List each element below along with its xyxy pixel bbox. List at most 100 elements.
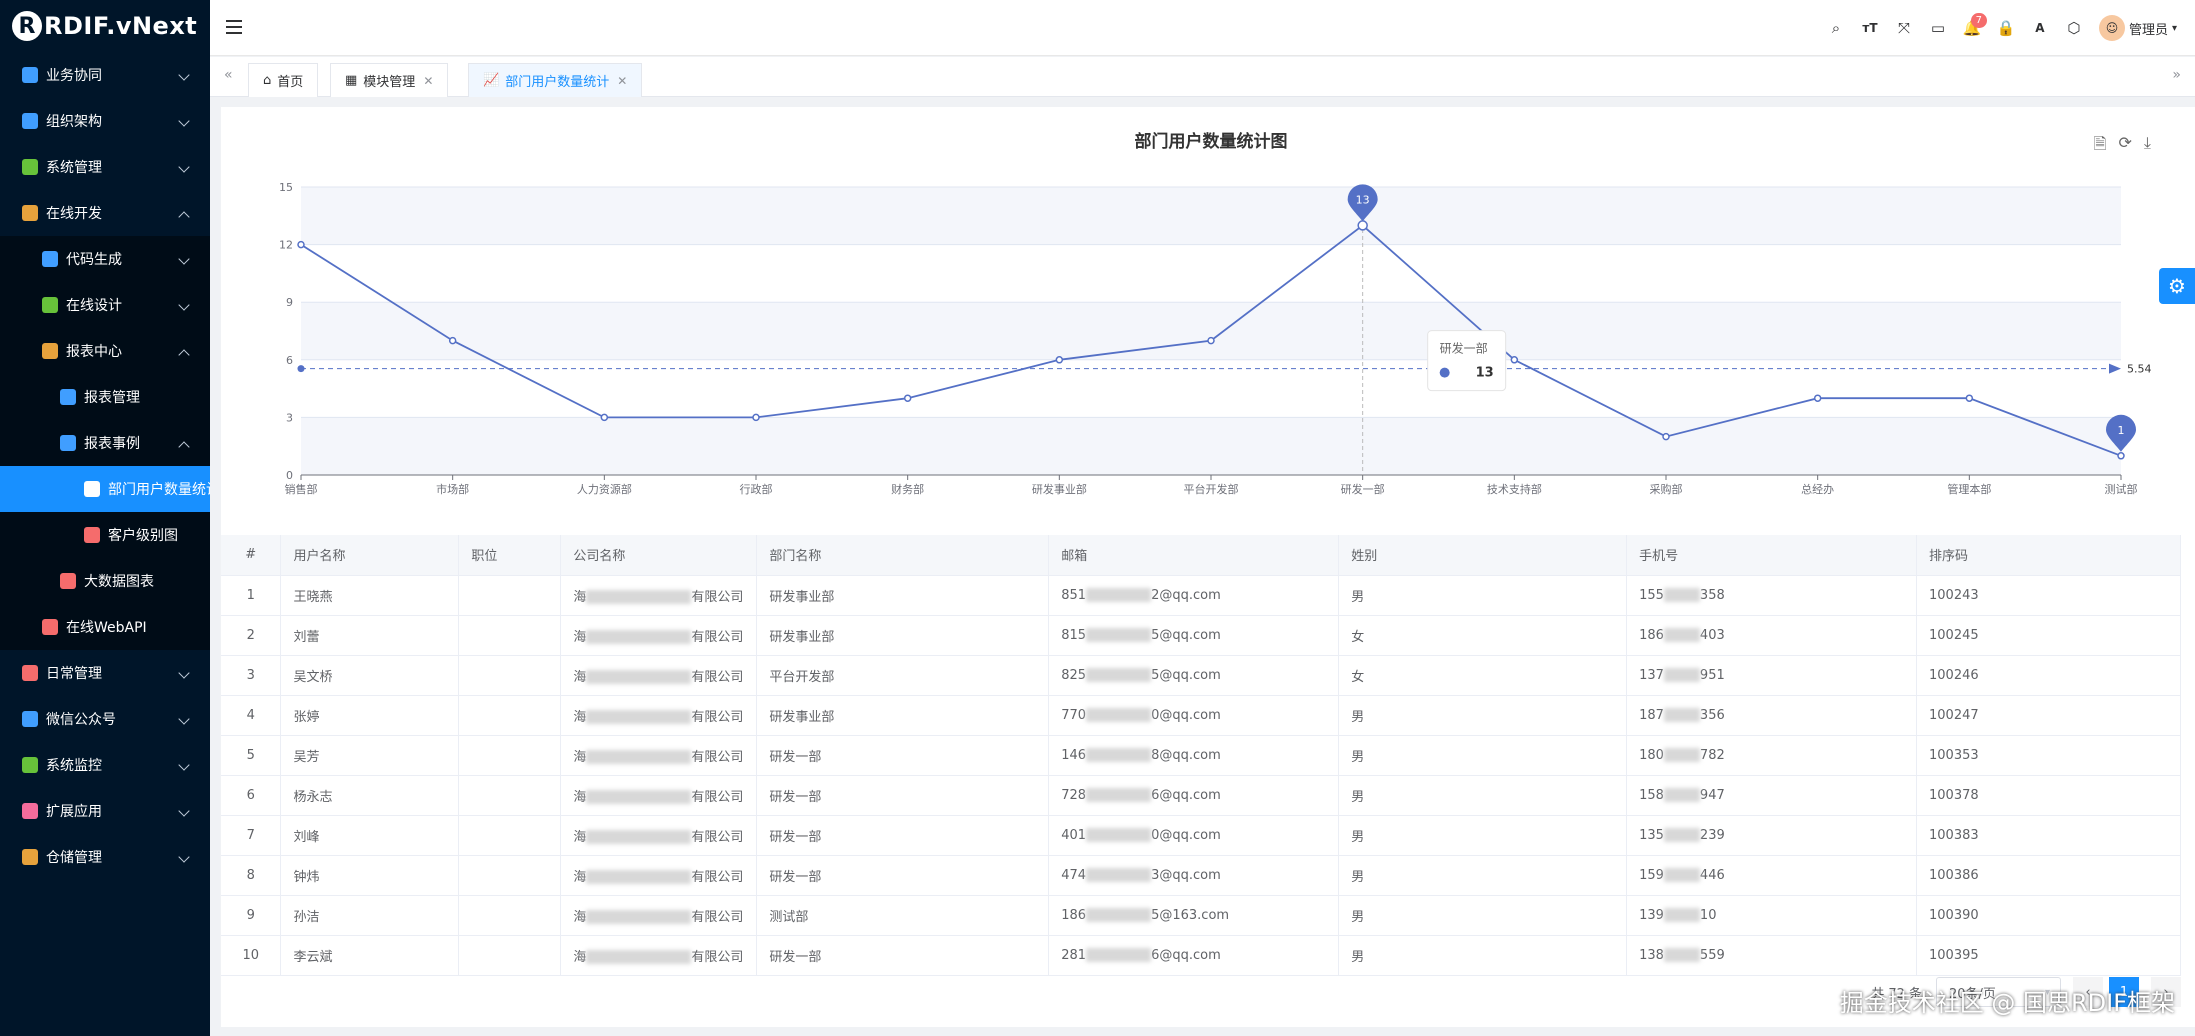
column-header[interactable]: 职位	[458, 535, 562, 576]
tab-scroll-right-icon[interactable]: »	[2172, 67, 2181, 83]
redacted-mask	[1663, 908, 1700, 922]
close-icon[interactable]: ✕	[617, 74, 627, 88]
table-row[interactable]: 7 刘峰 海 有限公司 研发一部 401 0@qq.com 男 135 239 100383	[221, 815, 2181, 856]
table-cell	[458, 615, 562, 656]
table-row[interactable]: 1 王晓燕 海 有限公司 研发事业部 851 2@qq.com 男 155 358 100243	[221, 575, 2181, 616]
cell-text: 5@163.com	[1151, 907, 1230, 923]
sidebar-item-12[interactable]: 在线WebAPI	[0, 604, 210, 650]
table-cell	[458, 695, 562, 736]
fullscreen-icon[interactable]: ⤧	[1887, 11, 1921, 45]
table-row[interactable]: 5 吴芳 海 有限公司 研发一部 146 8@qq.com 男 180 782 100353	[221, 735, 2181, 776]
table-cell: 李云斌	[280, 935, 460, 976]
chevron-up-icon	[178, 441, 190, 453]
close-icon[interactable]: ✕	[423, 74, 433, 88]
column-header[interactable]: 姓别	[1338, 535, 1628, 576]
sidebar-item-15[interactable]: 系统监控	[0, 742, 210, 788]
column-header[interactable]: 部门名称	[756, 535, 1050, 576]
y-tick-label: 15	[279, 181, 293, 194]
tab-scroll-left-icon[interactable]: «	[224, 67, 233, 83]
sidebar-item-7[interactable]: 报表管理	[0, 374, 210, 420]
table-cell: 100383	[1916, 815, 2181, 856]
cell-text: 137	[1639, 667, 1664, 683]
sidebar-item-10[interactable]: 客户级别图	[0, 512, 210, 558]
sidebar-item-0[interactable]: 业务协同	[0, 52, 210, 98]
x-tick-label: 测试部	[2105, 482, 2138, 496]
cell-text: 刘蕾	[293, 629, 320, 645]
sidebar-item-8[interactable]: 报表事例	[0, 420, 210, 466]
sidebar-item-16[interactable]: 扩展应用	[0, 788, 210, 834]
bell-icon[interactable]: 🔔 7	[1955, 11, 1989, 45]
column-header[interactable]: 邮箱	[1048, 535, 1340, 576]
avatar[interactable]: ☺	[2098, 15, 2125, 41]
column-header[interactable]: 手机号	[1626, 535, 1917, 576]
table-row[interactable]: 6 杨永志 海 有限公司 研发一部 728 6@qq.com 男 158 947 100378	[221, 775, 2181, 816]
download-icon[interactable]: ⤓	[2144, 133, 2151, 160]
table-row[interactable]: 2 刘蕾 海 有限公司 研发事业部 815 5@qq.com 女 186 403 100245	[221, 615, 2181, 656]
sidebar-item-label: 日常管理	[46, 666, 102, 682]
sidebar-item-3[interactable]: 在线开发	[0, 190, 210, 236]
sidebar-item-17[interactable]: 仓储管理	[0, 834, 210, 880]
cell-text: 155	[1639, 587, 1664, 603]
data-view-icon[interactable]: 🗎	[2094, 133, 2107, 160]
sidebar-item-11[interactable]: 大数据图表	[0, 558, 210, 604]
sidebar-item-4[interactable]: 代码生成	[0, 236, 210, 282]
sidebar-item-6[interactable]: 报表中心	[0, 328, 210, 374]
tab-label: 部门用户数量统计	[505, 75, 610, 90]
table-cell	[458, 575, 562, 616]
cell-text: 海	[573, 749, 587, 765]
cell-text: 356	[1699, 707, 1725, 723]
redacted-mask	[1663, 948, 1700, 962]
table-cell: 钟炜	[280, 855, 460, 896]
lock-icon[interactable]: 🔒	[1989, 11, 2023, 45]
table-row[interactable]: 8 钟炜 海 有限公司 研发一部 474 3@qq.com 男 159 446 100386	[221, 855, 2181, 896]
sidebar-item-13[interactable]: 日常管理	[0, 650, 210, 696]
sidebar-item-label: 报表中心	[66, 344, 122, 360]
column-header[interactable]: 用户名称	[280, 535, 460, 576]
column-header[interactable]: 公司名称	[560, 535, 758, 576]
cell-text: 187	[1639, 707, 1664, 723]
watermark: 掘金技术社区 @ 国思RDIF框架	[1839, 989, 2175, 1017]
tab-0[interactable]: ⌂ 首页	[248, 63, 319, 97]
column-header[interactable]: #	[221, 535, 282, 576]
y-tick-label: 0	[286, 469, 293, 482]
hamburger-icon[interactable]	[226, 20, 242, 34]
tooltip-box	[1427, 330, 1507, 392]
font-size-icon[interactable]: тT	[1853, 11, 1887, 45]
cell-text: 有限公司	[691, 789, 744, 805]
column-header[interactable]: 排序码	[1916, 535, 2181, 576]
table-row[interactable]: 9 孙洁 海 有限公司 测试部 186 5@163.com 男 139 10 100390	[221, 895, 2181, 936]
restore-icon[interactable]: ⟳	[2119, 133, 2132, 160]
table-cell: 海 有限公司	[560, 575, 758, 616]
search-icon[interactable]: ⌕	[1819, 11, 1853, 45]
settings-gear-icon[interactable]: ⚙	[2159, 268, 2195, 304]
redacted-mask	[1663, 868, 1700, 882]
translate-icon[interactable]: A	[2023, 11, 2057, 45]
chevron-down-icon[interactable]: ▾	[2172, 23, 2177, 34]
data-point	[600, 413, 609, 422]
sidebar-item-5[interactable]: 在线设计	[0, 282, 210, 328]
sidebar-item-9[interactable]: 部门用户数量统计	[0, 466, 210, 512]
sidebar-item-label: 部门用户数量统计	[108, 482, 210, 498]
cell-text: 474	[1061, 867, 1087, 883]
tab-1[interactable]: ▦ 模块管理 ✕	[330, 63, 449, 97]
grid-band	[301, 187, 2121, 245]
table-cell: 100246	[1916, 655, 2181, 696]
redacted-mask	[1663, 588, 1700, 602]
sidebar-item-2[interactable]: 系统管理	[0, 144, 210, 190]
user-name[interactable]: 管理员	[2129, 19, 2168, 38]
table-row[interactable]: 10 李云斌 海 有限公司 研发一部 281 6@qq.com 男 138 559 100395	[221, 935, 2181, 976]
sidebar-item-14[interactable]: 微信公众号	[0, 696, 210, 742]
table-body: 1 王晓燕海有限公司 研发事业部 851 2@qq.com 男 155 358 100243 2 刘…	[221, 575, 2181, 976]
redacted-mask	[1086, 588, 1152, 602]
tab-2[interactable]: 📈 部门用户数量统计 ✕	[468, 63, 643, 97]
table-row[interactable]: 3 吴文桥 海 有限公司 平台开发部 825 5@qq.com 女 137 951 100246	[221, 655, 2181, 696]
table-cell: 男	[1338, 935, 1628, 976]
message-icon[interactable]: ▭	[1921, 11, 1955, 45]
data-point	[1207, 336, 1215, 345]
layout-icon[interactable]: ⬡	[2057, 11, 2091, 45]
table-row[interactable]: 4 张婷 海 有限公司 研发事业部 770 0@qq.com 男 187 356 100247	[221, 695, 2181, 736]
cell-text: 女	[1351, 629, 1365, 645]
line-chart-icon: 📈	[483, 73, 500, 88]
sidebar-item-1[interactable]: 组织架构	[0, 98, 210, 144]
tab-label: 首页	[277, 75, 304, 90]
